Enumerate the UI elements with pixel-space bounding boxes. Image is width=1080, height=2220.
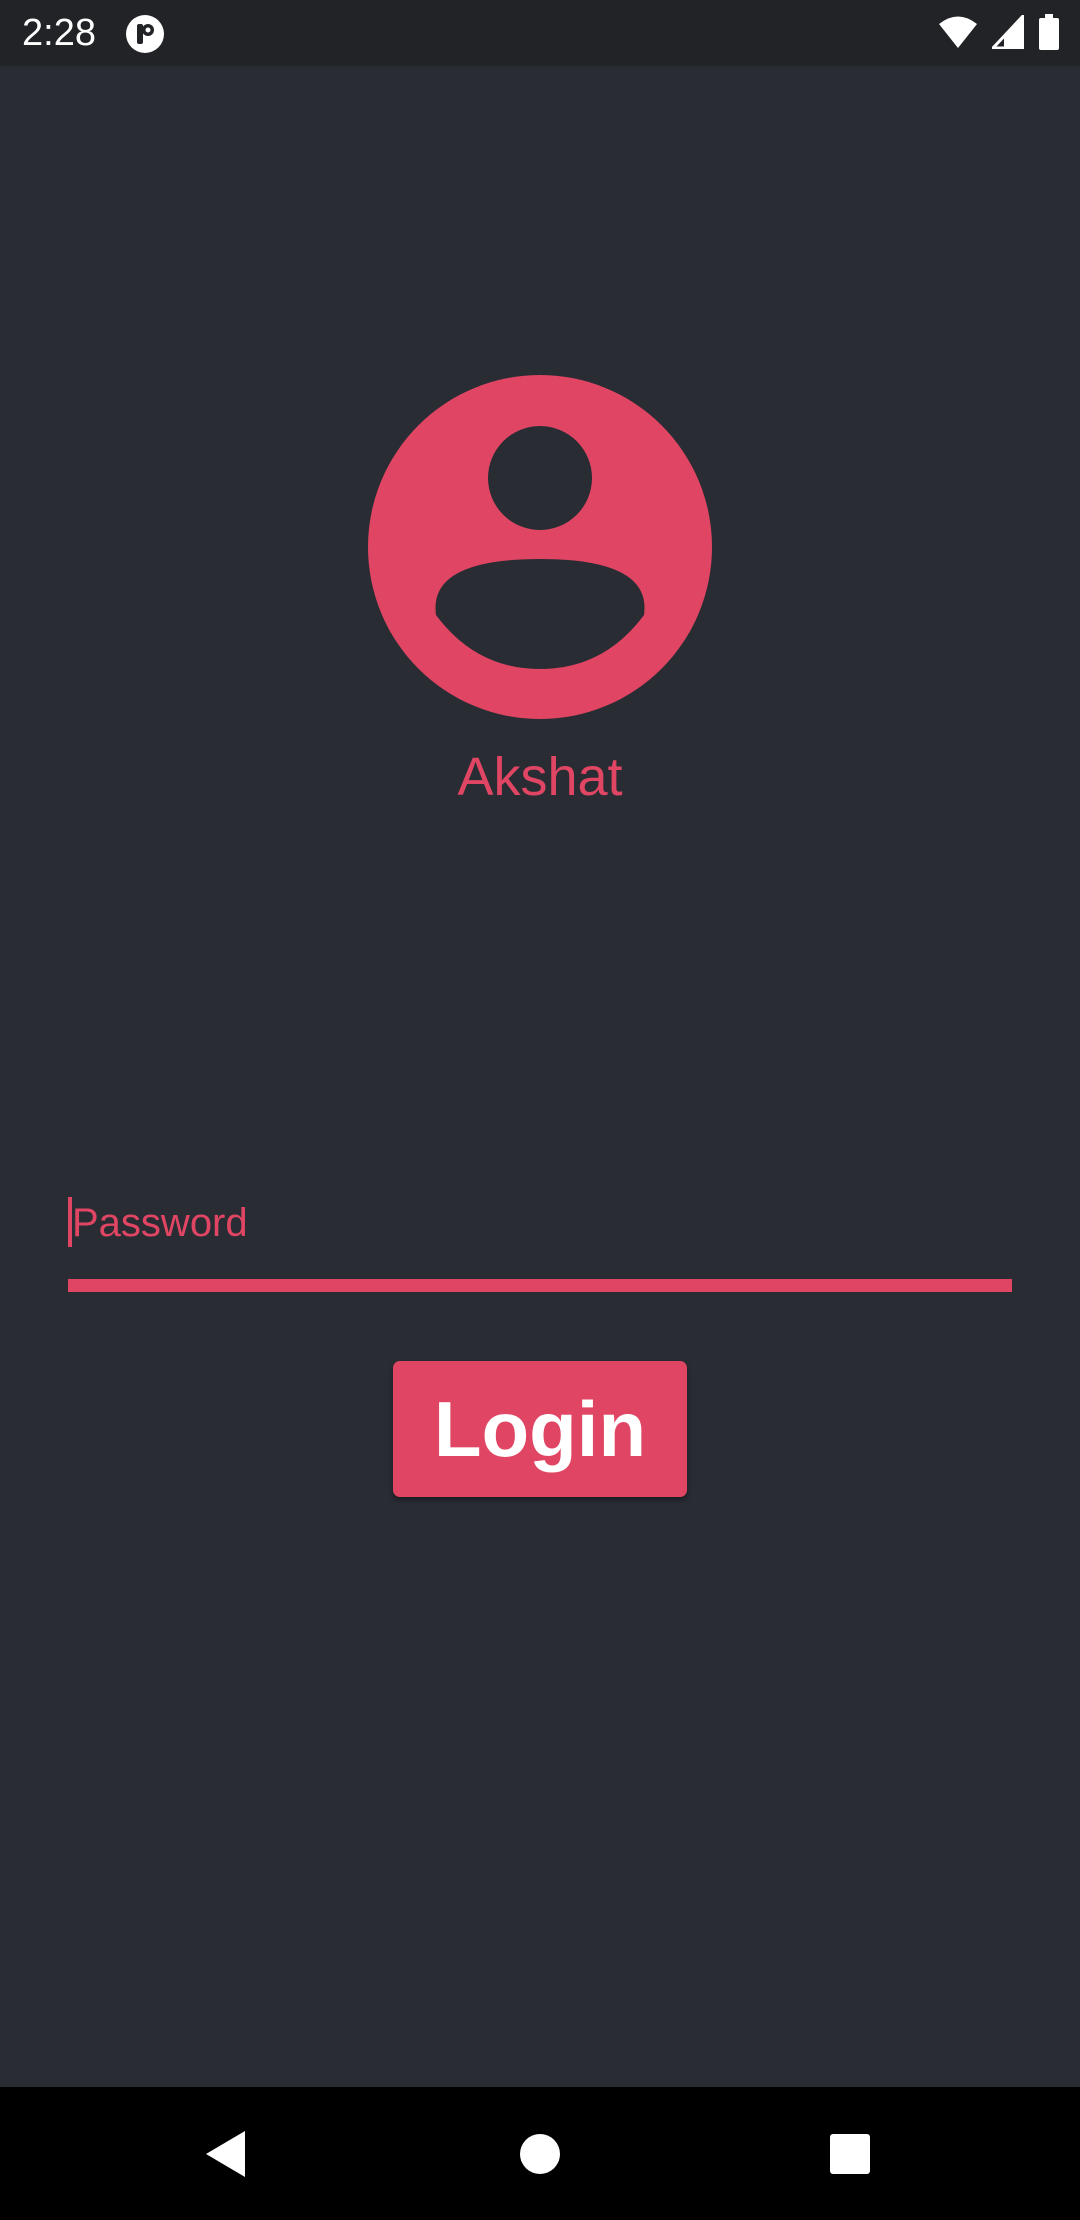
signal-icon [989,11,1025,54]
status-bar: 2:28 [0,0,1080,66]
p-notification-icon [125,14,165,54]
password-field[interactable] [68,1129,1012,1292]
status-time: 2:28 [22,12,96,54]
login-button[interactable]: Login [393,1361,687,1497]
account-circle-icon [368,375,712,719]
back-icon[interactable] [178,2107,272,2201]
login-screen: Akshat Login [0,66,1080,2087]
status-icons [938,11,1060,55]
home-icon[interactable] [493,2107,587,2201]
password-underline [68,1279,1012,1292]
wifi-icon [938,15,978,54]
navigation-bar [0,2087,1080,2220]
password-input[interactable] [68,1193,1012,1253]
battery-icon [1038,13,1060,55]
user-name: Akshat [457,747,623,807]
recents-icon[interactable] [803,2107,897,2201]
